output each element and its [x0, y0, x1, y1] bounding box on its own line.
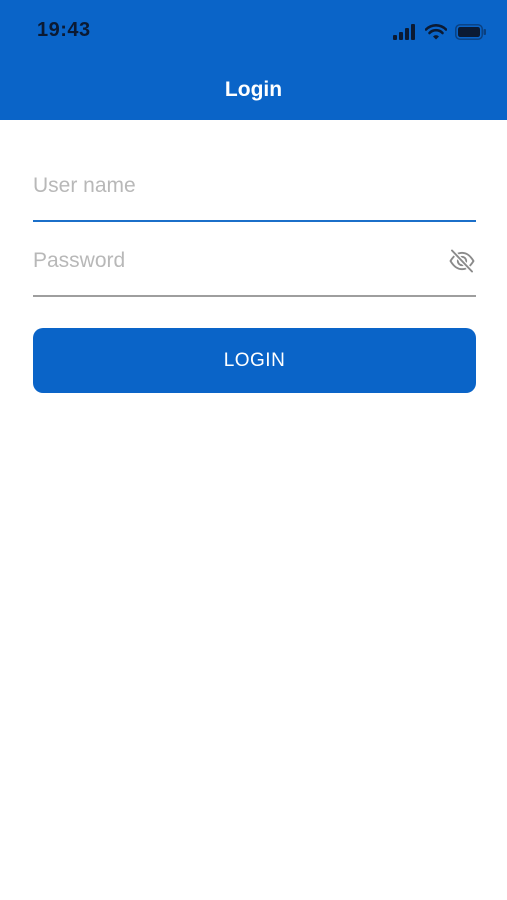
password-input[interactable] [33, 239, 433, 283]
status-time: 19:43 [37, 19, 91, 41]
username-field[interactable] [33, 164, 476, 222]
eye-slash-icon[interactable] [448, 247, 476, 275]
password-field[interactable] [33, 239, 476, 297]
wifi-icon [425, 24, 447, 40]
status-icons [393, 22, 487, 42]
status-bar: 19:43 [0, 0, 507, 64]
app-header: 19:43 Login [0, 0, 507, 120]
cellular-signal-icon [393, 24, 415, 40]
username-input[interactable] [33, 164, 433, 208]
login-button[interactable]: LOGIN [33, 328, 476, 393]
battery-icon [455, 24, 486, 40]
login-screen: 19:43 Login User name LOGIN [0, 0, 507, 900]
page-title: Login [224, 78, 283, 101]
